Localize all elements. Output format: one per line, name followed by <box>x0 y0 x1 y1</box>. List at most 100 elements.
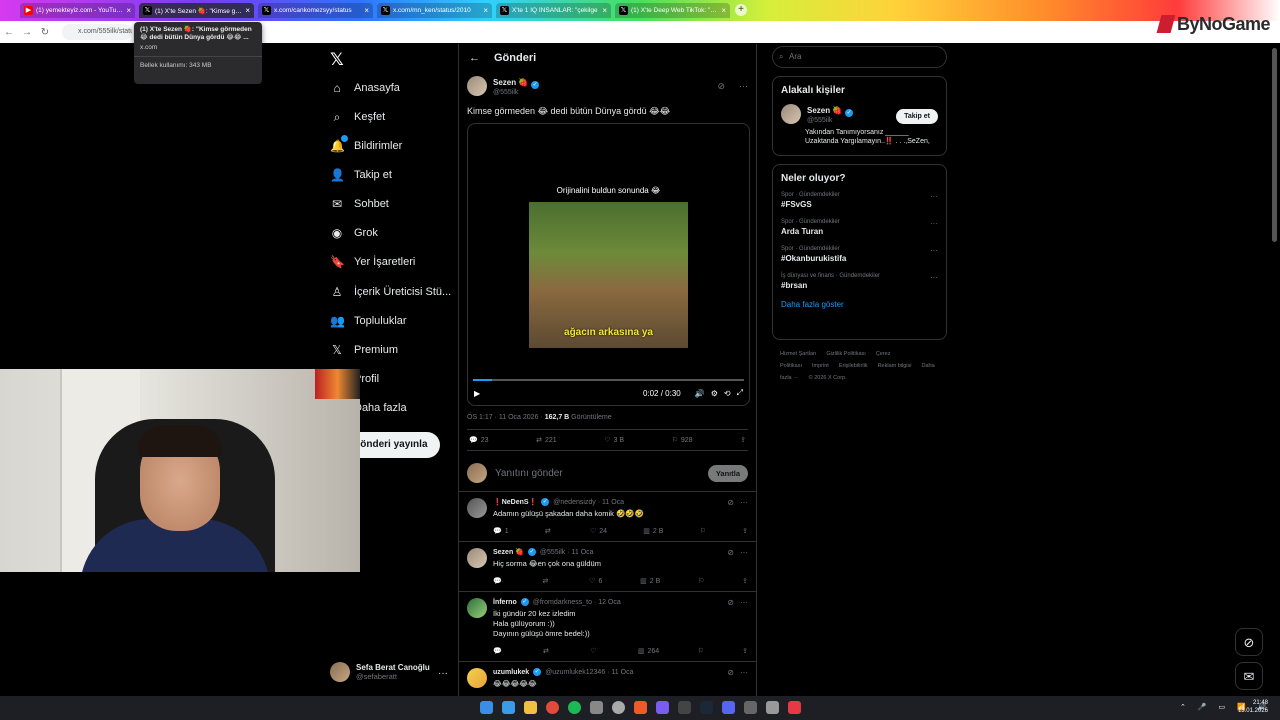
share-icon[interactable]: ⇪ <box>742 647 748 655</box>
tab-x-mnken[interactable]: 𝕏 x.com/mn_ken/status/2010 × <box>377 3 492 18</box>
reply-author-handle[interactable]: @555ilk · 11 Oca <box>540 549 594 556</box>
more-options-icon[interactable]: ··· <box>740 548 748 557</box>
start-menu-icon[interactable] <box>480 701 493 714</box>
video-player[interactable]: Orijinalini buldun sonunda 😂 ağacın arka… <box>467 123 750 406</box>
footer-link[interactable]: © 2026 X Corp. <box>809 375 847 381</box>
close-tab-icon[interactable]: × <box>483 6 488 15</box>
taskbar-clock[interactable]: 21:48 13.01.2026 <box>1238 699 1268 715</box>
obs-icon[interactable] <box>656 701 669 714</box>
close-tab-icon[interactable]: × <box>364 6 369 15</box>
repost-action[interactable]: ⇄ <box>545 527 554 535</box>
more-options-icon[interactable]: ··· <box>930 273 938 282</box>
avatar[interactable] <box>467 668 487 688</box>
nav-item-premium[interactable]: 𝕏 Premium <box>330 340 398 360</box>
nav-item-creator-studio[interactable]: ♙ İçerik Üreticisi Stü... <box>330 282 452 302</box>
more-options-icon[interactable]: ··· <box>740 598 748 607</box>
play-icon[interactable]: ▶ <box>474 389 480 398</box>
like-action[interactable]: ♡ 6 <box>589 577 602 586</box>
like-action[interactable]: ♡ 3 B <box>604 436 624 445</box>
reply-action[interactable]: 💬 23 <box>469 436 489 445</box>
like-action[interactable]: ♡ 24 <box>590 527 607 536</box>
reply-input[interactable]: Yanıtını gönder <box>495 468 700 479</box>
grok-icon[interactable]: ⊘ <box>727 548 734 557</box>
more-options-icon[interactable]: ··· <box>438 668 448 679</box>
grok-icon[interactable]: ⊘ <box>717 81 725 92</box>
close-tab-icon[interactable]: × <box>126 6 131 15</box>
repost-action[interactable]: ⇄ 221 <box>536 436 557 445</box>
trend-item[interactable]: İş dünyası ve finans · Gündemdekiler #brs… <box>781 273 938 290</box>
nav-item-grok[interactable]: ◉ Grok <box>330 223 378 243</box>
nav-item-notifications[interactable]: 🔔 Bildirimler <box>330 135 402 156</box>
share-icon[interactable]: ⇪ <box>742 577 748 585</box>
nav-item-bookmarks[interactable]: 🔖 Yer İşaretleri <box>330 252 415 272</box>
more-options-icon[interactable]: ··· <box>930 219 938 228</box>
taskbar-app-icon[interactable] <box>744 701 757 714</box>
taskbar-app-icon[interactable] <box>788 701 801 714</box>
volume-icon[interactable]: 🔊 <box>695 389 705 398</box>
close-tab-icon[interactable]: × <box>721 6 726 15</box>
related-handle[interactable]: @555ilk <box>807 117 853 124</box>
avatar[interactable] <box>467 598 487 618</box>
trend-item[interactable]: Spor · Gündemdekiler Arda Turan ··· <box>781 219 938 236</box>
bookmark-icon[interactable]: ⚐ <box>700 527 706 535</box>
post-author-handle[interactable]: @555ilk <box>493 89 539 96</box>
reply-action[interactable]: 💬 <box>493 647 505 655</box>
forward-icon[interactable]: → <box>18 27 36 38</box>
video-progress-bar[interactable] <box>473 379 744 381</box>
more-options-icon[interactable]: ··· <box>740 498 748 507</box>
like-action[interactable]: ♡ <box>590 647 599 655</box>
reply-item[interactable]: uzumlukek✓@uzumlukek12346 · 11 Oca😂😂😂😂😂💬… <box>459 662 756 696</box>
reload-icon[interactable]: ↻ <box>36 27 54 38</box>
post-timestamp[interactable]: ÖS 1:17 · 11 Oca 2026 · <box>467 414 545 421</box>
more-options-icon[interactable]: ··· <box>930 246 938 255</box>
grok-icon[interactable]: ⊘ <box>727 498 734 507</box>
nav-item-explore[interactable]: ⌕ Keşfet <box>330 107 386 127</box>
grok-icon[interactable]: ⊘ <box>727 598 734 607</box>
trend-item[interactable]: Spor · Gündemdekiler #Okanburukistifa ··· <box>781 246 938 263</box>
messages-float-button[interactable]: ✉ <box>1235 662 1263 690</box>
nav-item-home[interactable]: ⌂ Anasayfa <box>330 78 400 98</box>
share-icon[interactable]: ⇪ <box>742 527 748 535</box>
post-author-name[interactable]: Sezen 🍓 <box>493 78 528 87</box>
avatar[interactable] <box>467 76 487 96</box>
steam-icon[interactable] <box>700 701 713 714</box>
discord-icon[interactable] <box>722 701 735 714</box>
close-tab-icon[interactable]: × <box>245 6 250 15</box>
taskbar-app-icon[interactable] <box>678 701 691 714</box>
tab-x-sezen[interactable]: 𝕏 (1) X'te Sezen 🍓: "Kimse görm × <box>139 3 254 18</box>
back-arrow-icon[interactable]: ← <box>469 52 480 64</box>
reply-item[interactable]: ❗NeDenS❗ ✓ @nedensizdy · 11 Oca Adamın gülü… <box>459 492 756 542</box>
bookmark-icon[interactable]: ⚐ <box>698 647 704 655</box>
more-options-icon[interactable]: ··· <box>740 668 748 677</box>
reply-action[interactable]: 💬 1 <box>493 527 509 536</box>
reply-item[interactable]: İnferno ✓ @fromdarkness_to · 12 Oca İki gün… <box>459 592 756 662</box>
reply-author-handle[interactable]: @fromdarkness_to · 12 Oca <box>533 599 621 606</box>
bookmark-action[interactable]: ⚐ 928 <box>672 436 693 445</box>
taskbar-app-icon[interactable] <box>502 701 515 714</box>
github-icon[interactable] <box>612 701 625 714</box>
reply-item[interactable]: Sezen 🍓 ✓ @555ilk · 11 Oca Hiç sorma 😂en ço… <box>459 542 756 592</box>
trend-item[interactable]: Spor · Gündemdekiler #FSvGS ··· <box>781 192 938 209</box>
new-tab-button[interactable]: + <box>735 4 747 16</box>
related-name[interactable]: Sezen 🍓 <box>807 106 842 115</box>
loop-icon[interactable]: ⟲ <box>724 389 731 398</box>
account-switcher[interactable]: Sefa Berat Canoğlu @sefaberatt <box>330 662 430 682</box>
reply-action[interactable]: 💬 <box>493 577 505 585</box>
grok-icon[interactable]: ⊘ <box>727 668 734 677</box>
tab-x-cankomezsyy[interactable]: 𝕏 x.com/cankomezsyy/status × <box>258 3 373 18</box>
taskbar-app-icon[interactable] <box>634 701 647 714</box>
taskbar-app-icon[interactable] <box>590 701 603 714</box>
settings-icon[interactable] <box>766 701 779 714</box>
grok-float-button[interactable]: ⊘ <box>1235 628 1263 656</box>
tab-x-1iq[interactable]: 𝕏 X'te 1 IQ İNSANLAR: "çekilge × <box>496 3 611 18</box>
tab-youtube[interactable]: ▶ (1) yemekteyiz.com - YouTube × <box>20 3 135 18</box>
footer-link[interactable]: Imprint <box>812 363 829 369</box>
views-action[interactable]: ▥ 2 B <box>643 527 663 536</box>
footer-link[interactable]: Hizmet Şartları <box>780 351 816 357</box>
url-field[interactable]: x.com/555ilk/status <box>62 24 132 40</box>
repost-action[interactable]: ⇄ <box>543 647 552 655</box>
avatar[interactable] <box>781 104 801 124</box>
avatar[interactable] <box>467 498 487 518</box>
reply-button[interactable]: Yanıtla <box>707 464 748 482</box>
nav-item-chat[interactable]: ✉ Sohbet <box>330 194 389 214</box>
